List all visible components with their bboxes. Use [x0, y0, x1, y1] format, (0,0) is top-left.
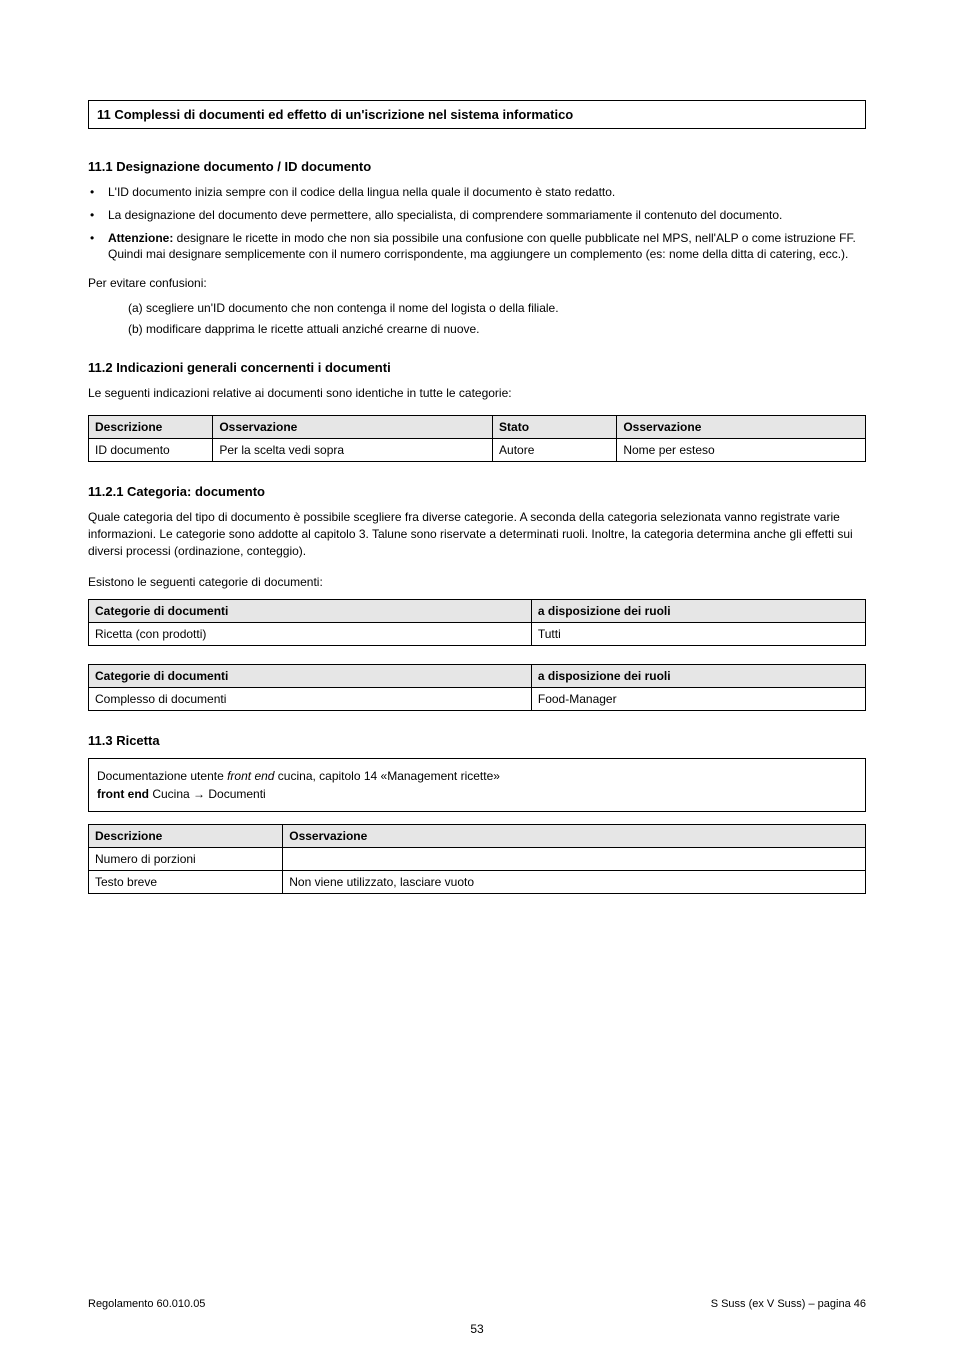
list-item-text: La designazione del documento deve perme…	[108, 207, 866, 224]
bullet-icon: •	[88, 207, 108, 224]
attention-label: Attenzione:	[108, 231, 173, 245]
table-general-document-info: Descrizione Osservazione Stato Osservazi…	[88, 415, 866, 462]
attention-text: designare le ricette in modo che non sia…	[108, 231, 856, 262]
list-item-text: Attenzione: designare le ricette in modo…	[108, 230, 866, 264]
th-descrizione: Descrizione	[89, 416, 213, 439]
th-ruoli: a disposizione dei ruoli	[531, 664, 865, 687]
list-item: • L'ID documento inizia sempre con il co…	[88, 184, 866, 201]
list-item: • La designazione del documento deve per…	[88, 207, 866, 224]
sublist-item-text: (a) scegliere un'ID documento che non co…	[128, 300, 866, 317]
table-doc-categories-2: Categorie di documenti a disposizione de…	[88, 664, 866, 711]
text-11-2-1: Quale categoria del tipo di documento è …	[88, 509, 866, 559]
td-cat: Complesso di documenti	[89, 687, 532, 710]
td-oss: Non viene utilizzato, lasciare vuoto	[283, 870, 866, 893]
heading-11-3: 11.3 Ricetta	[88, 733, 866, 748]
td-cat: Ricetta (con prodotti)	[89, 622, 532, 645]
td-ruoli: Tutti	[531, 622, 865, 645]
docbox-line1-italic: front end	[227, 769, 274, 783]
list-item-text: L'ID documento inizia sempre con il codi…	[108, 184, 866, 201]
heading-11-2: 11.2 Indicazioni generali concernenti i …	[88, 360, 866, 375]
td-autore: Autore	[493, 439, 617, 462]
bullet-icon: •	[88, 184, 108, 201]
td-desc: Testo breve	[89, 870, 283, 893]
table-header-row: Categorie di documenti a disposizione de…	[89, 664, 866, 687]
td-id-documento: ID documento	[89, 439, 213, 462]
table-row: Testo breve Non viene utilizzato, lascia…	[89, 870, 866, 893]
table-ricetta: Descrizione Osservazione Numero di porzi…	[88, 824, 866, 894]
section-title-text: 11 Complessi di documenti ed effetto di …	[97, 107, 573, 122]
docbox-line1-rest: cucina, capitolo 14 «Management ricette»	[274, 769, 499, 783]
table-row: ID documento Per la scelta vedi sopra Au…	[89, 439, 866, 462]
docbox-line1-plain: Documentazione utente	[97, 769, 227, 783]
docbox-line2-rest: Cucina → Documenti	[149, 787, 266, 801]
docbox-line-1: Documentazione utente front end cucina, …	[97, 767, 857, 785]
th-osservazione-1: Osservazione	[213, 416, 493, 439]
list-item-attention: • Attenzione: designare le ricette in mo…	[88, 230, 866, 264]
documentation-reference-box: Documentazione utente front end cucina, …	[88, 758, 866, 812]
sublist-item: (b) modificare dapprima le ricette attua…	[128, 321, 866, 338]
bullet-icon: •	[88, 230, 108, 247]
td-oss-1: Per la scelta vedi sopra	[213, 439, 493, 462]
page-number: 53	[0, 1322, 954, 1336]
bullet-list-11-1: • L'ID documento inizia sempre con il co…	[88, 184, 866, 263]
table-header-row: Descrizione Osservazione Stato Osservazi…	[89, 416, 866, 439]
th-stato: Stato	[493, 416, 617, 439]
td-oss	[283, 847, 866, 870]
footer-left: Regolamento 60.010.05	[88, 1298, 205, 1310]
footer-right: S Suss (ex V Suss) – pagina 46	[711, 1298, 866, 1310]
th-ruoli: a disposizione dei ruoli	[531, 599, 865, 622]
docbox-line-2: front end Cucina → Documenti	[97, 785, 857, 803]
intro-11-2: Le seguenti indicazioni relative ai docu…	[88, 385, 866, 402]
docbox-line2-bold: front end	[97, 787, 149, 801]
td-desc: Numero di porzioni	[89, 847, 283, 870]
table-row: Ricetta (con prodotti) Tutti	[89, 622, 866, 645]
th-categorie: Categorie di documenti	[89, 664, 532, 687]
heading-11-2-1: 11.2.1 Categoria: documento	[88, 484, 866, 499]
sublist-item: (a) scegliere un'ID documento che non co…	[128, 300, 866, 317]
table-doc-categories-1: Categorie di documenti a disposizione de…	[88, 599, 866, 646]
table-row: Numero di porzioni	[89, 847, 866, 870]
sublist-11-1: (a) scegliere un'ID documento che non co…	[88, 300, 866, 338]
td-ruoli: Food-Manager	[531, 687, 865, 710]
tables-label-11-2-1: Esistono le seguenti categorie di docume…	[88, 574, 866, 591]
table-header-row: Descrizione Osservazione	[89, 824, 866, 847]
page-footer: Regolamento 60.010.05 S Suss (ex V Suss)…	[88, 1298, 866, 1310]
heading-11-1: 11.1 Designazione documento / ID documen…	[88, 159, 866, 174]
table-row: Complesso di documenti Food-Manager	[89, 687, 866, 710]
subhead-avoid-confusion: Per evitare confusioni:	[88, 275, 866, 292]
th-osservazione: Osservazione	[283, 824, 866, 847]
th-descrizione: Descrizione	[89, 824, 283, 847]
section-title-box: 11 Complessi di documenti ed effetto di …	[88, 100, 866, 129]
td-oss-2: Nome per esteso	[617, 439, 866, 462]
th-osservazione-2: Osservazione	[617, 416, 866, 439]
sublist-item-text: (b) modificare dapprima le ricette attua…	[128, 321, 866, 338]
th-categorie: Categorie di documenti	[89, 599, 532, 622]
table-header-row: Categorie di documenti a disposizione de…	[89, 599, 866, 622]
